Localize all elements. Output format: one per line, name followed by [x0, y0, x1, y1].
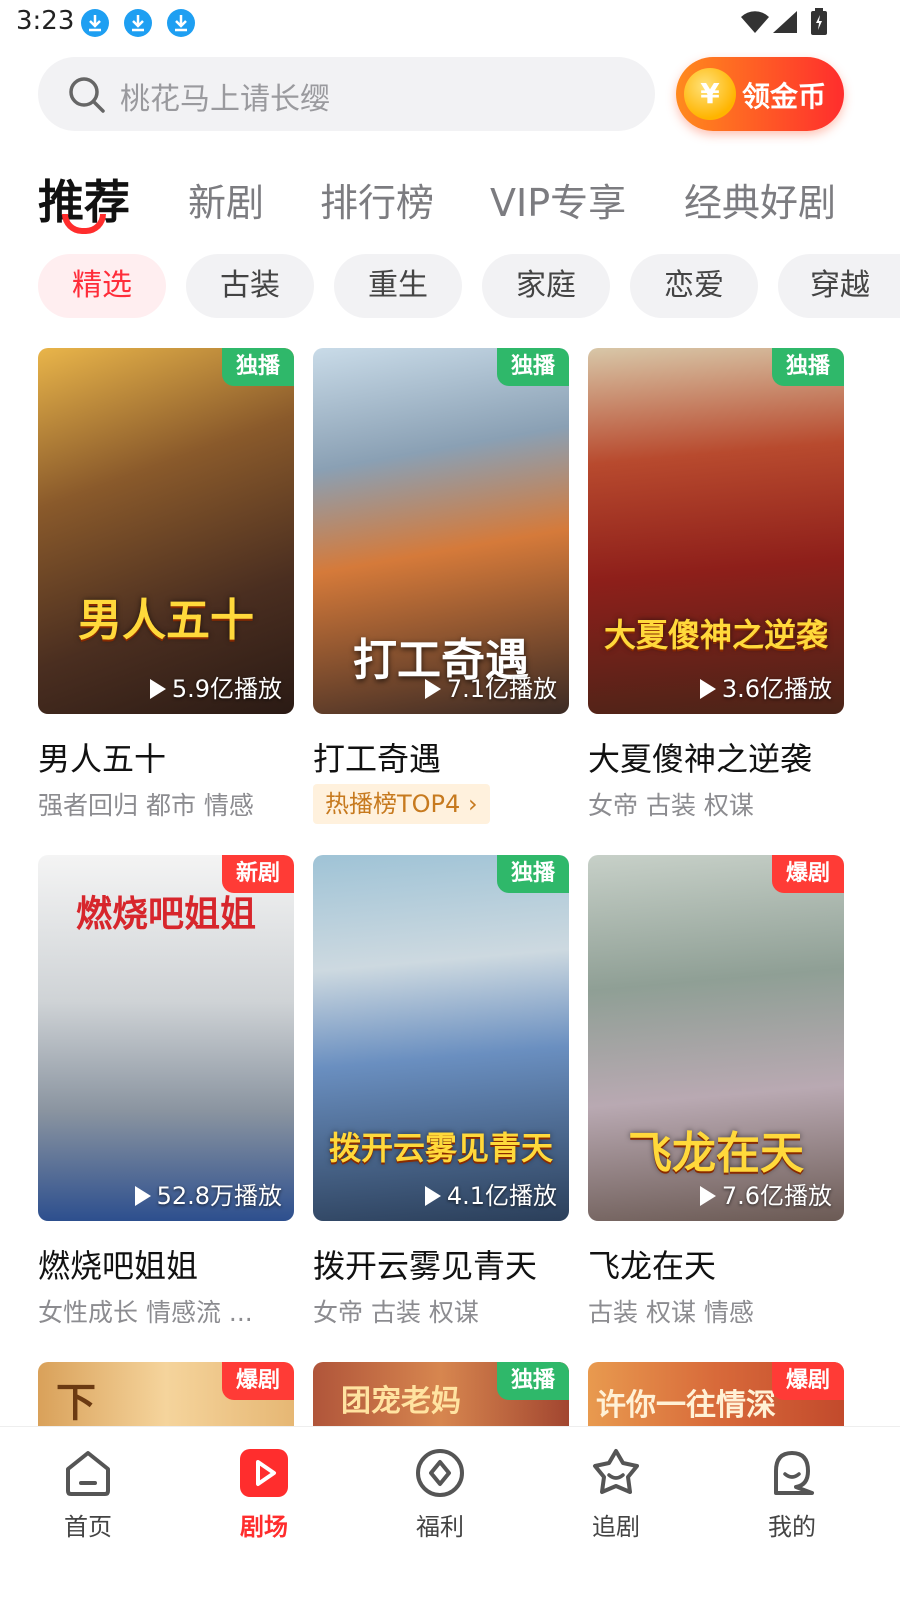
play-count-text: 5.9亿播放 [171, 675, 282, 703]
nav-following[interactable]: 追剧 [556, 1447, 676, 1542]
poster-title-art: 拨开云雾见青天 [328, 1129, 553, 1167]
play-count: 52.8万播放 [134, 1176, 282, 1211]
status-time: 3:23 [16, 6, 75, 36]
play-count-text: 7.6亿播放 [721, 1182, 832, 1210]
profile-icon [774, 1451, 814, 1495]
poster-image[interactable]: 燃烧吧姐姐 新剧 52.8万播放 [38, 855, 294, 1221]
exclusive-badge: 独播 [496, 855, 569, 893]
poster-title-art: 下 [56, 1380, 96, 1426]
ranking-tag-text: 热播榜TOP4 [325, 790, 461, 818]
drama-title[interactable]: 飞龙在天 [588, 1241, 716, 1287]
play-icon [699, 679, 716, 699]
chevron-right-icon: › [467, 790, 478, 818]
exclusive-badge: 独播 [496, 1362, 569, 1400]
tab-vip[interactable]: VIP专享 [490, 172, 626, 227]
play-count: 5.9亿播放 [149, 669, 282, 704]
status-bar: 3:23 [0, 0, 900, 48]
exclusive-badge: 独播 [221, 348, 294, 386]
diamond-icon [416, 1449, 464, 1497]
download-icon [81, 9, 109, 37]
wifi-icon [741, 11, 769, 34]
play-count: 3.6亿播放 [699, 669, 832, 704]
poster-title-art: 男人五十 [78, 595, 254, 646]
play-icon [699, 1186, 716, 1206]
drama-title[interactable]: 拨开云雾见青天 [313, 1241, 537, 1287]
ranking-tag[interactable]: 热播榜TOP4 › [313, 784, 490, 824]
hit-badge: 爆剧 [221, 1362, 294, 1400]
bottom-navigation: 首页 剧场 福利 追剧 我的 [0, 1426, 900, 1601]
poster-image[interactable]: 男人五十 独播 5.9亿播放 [38, 348, 294, 714]
poster-title-art: 大夏傻神之逆袭 [603, 616, 828, 654]
coin-icon: ¥ [684, 68, 736, 120]
drama-title[interactable]: 打工奇遇 [313, 734, 441, 780]
battery-icon [811, 8, 827, 35]
play-video-icon [240, 1449, 288, 1497]
claim-coins-label: 领金币 [742, 80, 827, 113]
play-icon [134, 1186, 151, 1206]
poster-image[interactable]: 下 爆剧 [38, 1362, 294, 1426]
poster-image[interactable]: 飞龙在天 爆剧 7.6亿播放 [588, 855, 844, 1221]
search-placeholder: 桃花马上请长缨 [120, 82, 330, 117]
drama-title[interactable]: 大夏傻神之逆袭 [588, 734, 812, 780]
nav-label: 我的 [768, 1513, 816, 1541]
signal-icon [773, 11, 797, 33]
claim-coins-button[interactable]: ¥ 领金币 [676, 57, 844, 131]
play-count: 7.1亿播放 [424, 669, 557, 704]
chip-time-travel[interactable]: 穿越 [778, 254, 900, 318]
drama-tags: 女帝 古装 权谋 [313, 1298, 479, 1327]
drama-tags: 女性成长 情感流 ... [38, 1298, 253, 1327]
download-icon [167, 9, 195, 37]
drama-tags: 女帝 古装 权谋 [588, 791, 754, 820]
drama-title[interactable]: 男人五十 [38, 734, 166, 780]
exclusive-badge: 独播 [496, 348, 569, 386]
drama-tags: 强者回归 都市 情感 [38, 791, 254, 820]
poster-image[interactable]: 拨开云雾见青天 独播 4.1亿播放 [313, 855, 569, 1221]
chip-featured[interactable]: 精选 [38, 254, 166, 318]
new-drama-badge: 新剧 [221, 855, 294, 893]
play-icon [149, 679, 166, 699]
drama-tags: 古装 权谋 情感 [588, 1298, 754, 1327]
chip-family[interactable]: 家庭 [482, 254, 610, 318]
exclusive-badge: 独播 [771, 348, 844, 386]
poster-title-art: 飞龙在天 [628, 1128, 804, 1179]
nav-label: 首页 [64, 1513, 112, 1541]
search-input[interactable]: 桃花马上请长缨 [38, 57, 655, 131]
play-count-text: 3.6亿播放 [721, 675, 832, 703]
nav-label: 剧场 [240, 1513, 288, 1541]
poster-image[interactable]: 打工奇遇 独播 7.1亿播放 [313, 348, 569, 714]
tab-classics[interactable]: 经典好剧 [684, 172, 836, 227]
play-count-text: 7.1亿播放 [446, 675, 557, 703]
chip-costume[interactable]: 古装 [186, 254, 314, 318]
nav-rewards[interactable]: 福利 [380, 1447, 500, 1542]
poster-image[interactable]: 许你一往情深 爆剧 [588, 1362, 844, 1426]
play-count: 7.6亿播放 [699, 1176, 832, 1211]
hit-badge: 爆剧 [771, 1362, 844, 1400]
play-count-text: 52.8万播放 [156, 1182, 282, 1210]
chip-rebirth[interactable]: 重生 [334, 254, 462, 318]
download-icon [124, 9, 152, 37]
drama-title[interactable]: 燃烧吧姐姐 [38, 1241, 198, 1287]
play-count-text: 4.1亿播放 [446, 1182, 557, 1210]
nav-label: 福利 [416, 1513, 464, 1541]
poster-image[interactable]: 团宠老妈 独播 [313, 1362, 569, 1426]
nav-home[interactable]: 首页 [28, 1447, 148, 1542]
search-icon [69, 77, 105, 113]
poster-image[interactable]: 大夏傻神之逆袭 独播 3.6亿播放 [588, 348, 844, 714]
tab-rankings[interactable]: 排行榜 [320, 172, 434, 227]
home-icon [66, 1451, 110, 1496]
play-count: 4.1亿播放 [424, 1176, 557, 1211]
nav-label: 追剧 [592, 1513, 640, 1541]
chip-romance[interactable]: 恋爱 [630, 254, 758, 318]
hit-badge: 爆剧 [771, 855, 844, 893]
play-icon [424, 1186, 441, 1206]
star-smile-icon [593, 1449, 639, 1494]
play-icon [424, 679, 441, 699]
tab-new-dramas[interactable]: 新剧 [188, 172, 264, 227]
nav-profile[interactable]: 我的 [732, 1447, 852, 1542]
nav-theater[interactable]: 剧场 [204, 1447, 324, 1542]
